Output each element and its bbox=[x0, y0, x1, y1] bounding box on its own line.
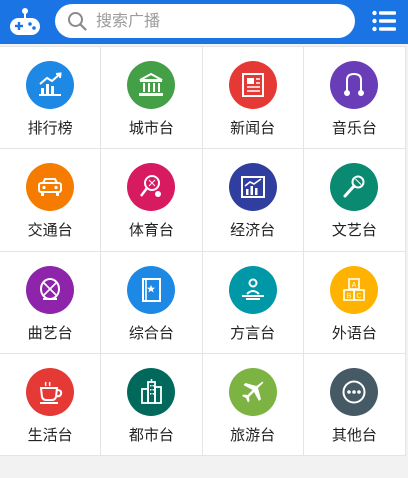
category-label: 都市台 bbox=[128, 425, 174, 444]
search-icon bbox=[68, 12, 87, 31]
category-label: 交通台 bbox=[27, 221, 73, 240]
svg-text:B: B bbox=[347, 293, 352, 300]
category-music[interactable]: 音乐台 bbox=[303, 46, 405, 148]
city-building-icon bbox=[127, 61, 176, 109]
list-menu-icon[interactable] bbox=[372, 10, 396, 32]
skyscraper-icon bbox=[127, 367, 176, 416]
category-ranking[interactable]: 排行榜 bbox=[0, 46, 102, 149]
category-news[interactable]: 新闻台 bbox=[202, 46, 304, 149]
svg-text:C: C bbox=[357, 293, 362, 300]
opera-mask-icon bbox=[26, 265, 75, 314]
airplane-icon bbox=[228, 367, 277, 416]
category-label: 城市台 bbox=[128, 119, 174, 137]
category-label: 体育台 bbox=[128, 221, 174, 240]
car-icon bbox=[26, 163, 75, 212]
category-label: 综合台 bbox=[128, 323, 174, 342]
category-label: 生活台 bbox=[27, 425, 73, 444]
sports-racket-icon bbox=[127, 163, 176, 212]
category-arts[interactable]: 文艺台 bbox=[303, 148, 405, 250]
category-label: 外语台 bbox=[331, 323, 377, 342]
category-economy[interactable]: 经济台 bbox=[202, 148, 304, 251]
category-dialect[interactable]: 方言台 bbox=[202, 250, 304, 353]
category-city[interactable]: 城市台 bbox=[101, 46, 203, 149]
microphone-icon bbox=[330, 163, 379, 212]
search-placeholder: 搜索广播 bbox=[96, 11, 161, 30]
category-life[interactable]: 生活台 bbox=[0, 352, 102, 455]
category-comprehensive[interactable]: 综合台 bbox=[101, 250, 203, 353]
category-label: 文艺台 bbox=[331, 221, 377, 240]
search-bar[interactable]: 搜索广播 bbox=[55, 4, 355, 38]
category-label: 曲艺台 bbox=[27, 323, 73, 342]
ranking-chart-icon bbox=[26, 61, 75, 109]
economy-chart-icon bbox=[228, 163, 277, 212]
music-icon bbox=[330, 61, 379, 109]
category-opera[interactable]: 曲艺台 bbox=[0, 250, 102, 353]
category-sports[interactable]: 体育台 bbox=[101, 148, 203, 251]
category-label: 音乐台 bbox=[331, 119, 377, 137]
more-dots-icon bbox=[330, 367, 379, 416]
category-label: 新闻台 bbox=[230, 119, 276, 137]
category-foreign[interactable]: ABC 外语台 bbox=[303, 250, 405, 353]
category-label: 方言台 bbox=[230, 323, 276, 342]
category-label: 经济台 bbox=[230, 221, 276, 240]
coffee-cup-icon bbox=[26, 367, 75, 416]
category-label: 旅游台 bbox=[230, 425, 276, 444]
category-metro[interactable]: 都市台 bbox=[101, 352, 203, 455]
svg-text:A: A bbox=[352, 282, 357, 289]
speaker-person-icon bbox=[228, 265, 277, 314]
top-bar: 搜索广播 bbox=[0, 0, 408, 44]
category-grid: 排行榜 城市台 新闻台 音乐台 交通台 体育台 经济台 文艺台 曲艺台 综合台 … bbox=[0, 46, 406, 456]
newspaper-icon bbox=[228, 61, 277, 109]
category-label: 其他台 bbox=[331, 425, 377, 444]
abc-blocks-icon: ABC bbox=[330, 265, 379, 314]
book-icon bbox=[127, 265, 176, 314]
category-other[interactable]: 其他台 bbox=[303, 352, 405, 455]
gamepad-logo-icon[interactable] bbox=[8, 7, 42, 37]
category-travel[interactable]: 旅游台 bbox=[202, 352, 304, 455]
category-label: 排行榜 bbox=[27, 119, 73, 137]
category-traffic[interactable]: 交通台 bbox=[0, 148, 102, 251]
